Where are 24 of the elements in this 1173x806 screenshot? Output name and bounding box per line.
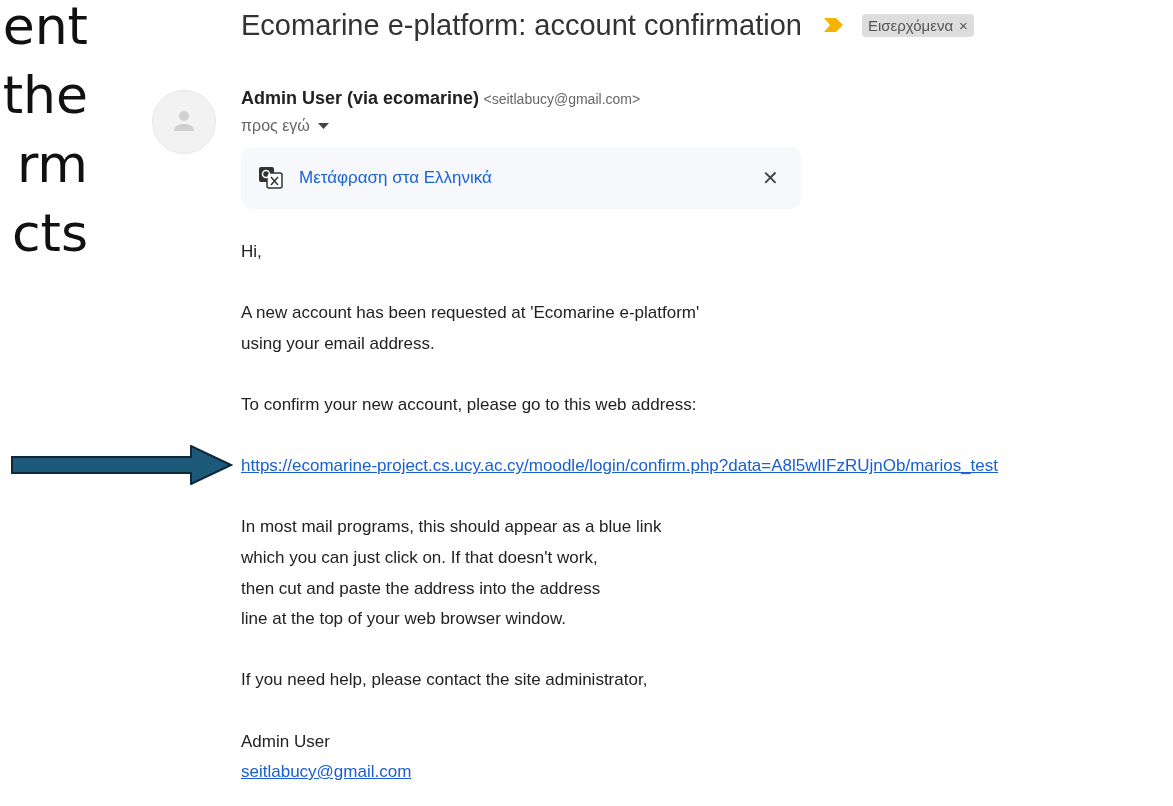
body-paragraph: A new account has been requested at 'Ecomarine e-platform' using your email address.: [241, 302, 701, 355]
body-paragraph: Hi,: [241, 241, 263, 263]
sender-address: <seitlabucy@gmail.com>: [483, 91, 641, 107]
slide-text: rm: [15, 133, 88, 196]
dropdown-caret-icon[interactable]: [317, 123, 329, 129]
slide-text: cts: [10, 202, 88, 265]
confirm-link[interactable]: https://ecomarine-project.cs.ucy.ac.cy/moodle/login/confirm.php?data=A8l5wlIFzRUjnOb/marios_test: [241, 456, 998, 476]
translate-link[interactable]: Μετάφραση στα Ελληνικά: [299, 168, 762, 188]
recipient-text: προς εγώ: [241, 117, 310, 135]
body-paragraph: To confirm your new account, please go to this web address:: [241, 393, 698, 416]
slide-text: ent: [1, 0, 88, 58]
email-link[interactable]: seitlabucy@gmail.com: [241, 762, 412, 782]
inbox-label: Εισερχόμενα ×: [861, 13, 974, 37]
slide-text: the: [1, 64, 88, 127]
close-button[interactable]: ✕: [762, 166, 779, 190]
body-paragraph: In most mail programs, this should appear as a blue link which you can just click on. If that doesn't work, then cut and paste the address into the address line at the top of your web browser window.: [241, 516, 663, 631]
sender-name: Admin User (via ecomarine): [241, 88, 480, 108]
body-paragraph: If you need help, please contact the site administrator,: [241, 669, 649, 692]
email-subject: Ecomarine e-platform: account confirmation: [241, 8, 802, 42]
avatar-icon: [152, 90, 216, 154]
remove-label-button[interactable]: ×: [959, 16, 968, 34]
importance-marker-icon[interactable]: [823, 18, 844, 32]
signature-name: Admin User: [241, 731, 330, 751]
translate-icon: [259, 167, 283, 189]
